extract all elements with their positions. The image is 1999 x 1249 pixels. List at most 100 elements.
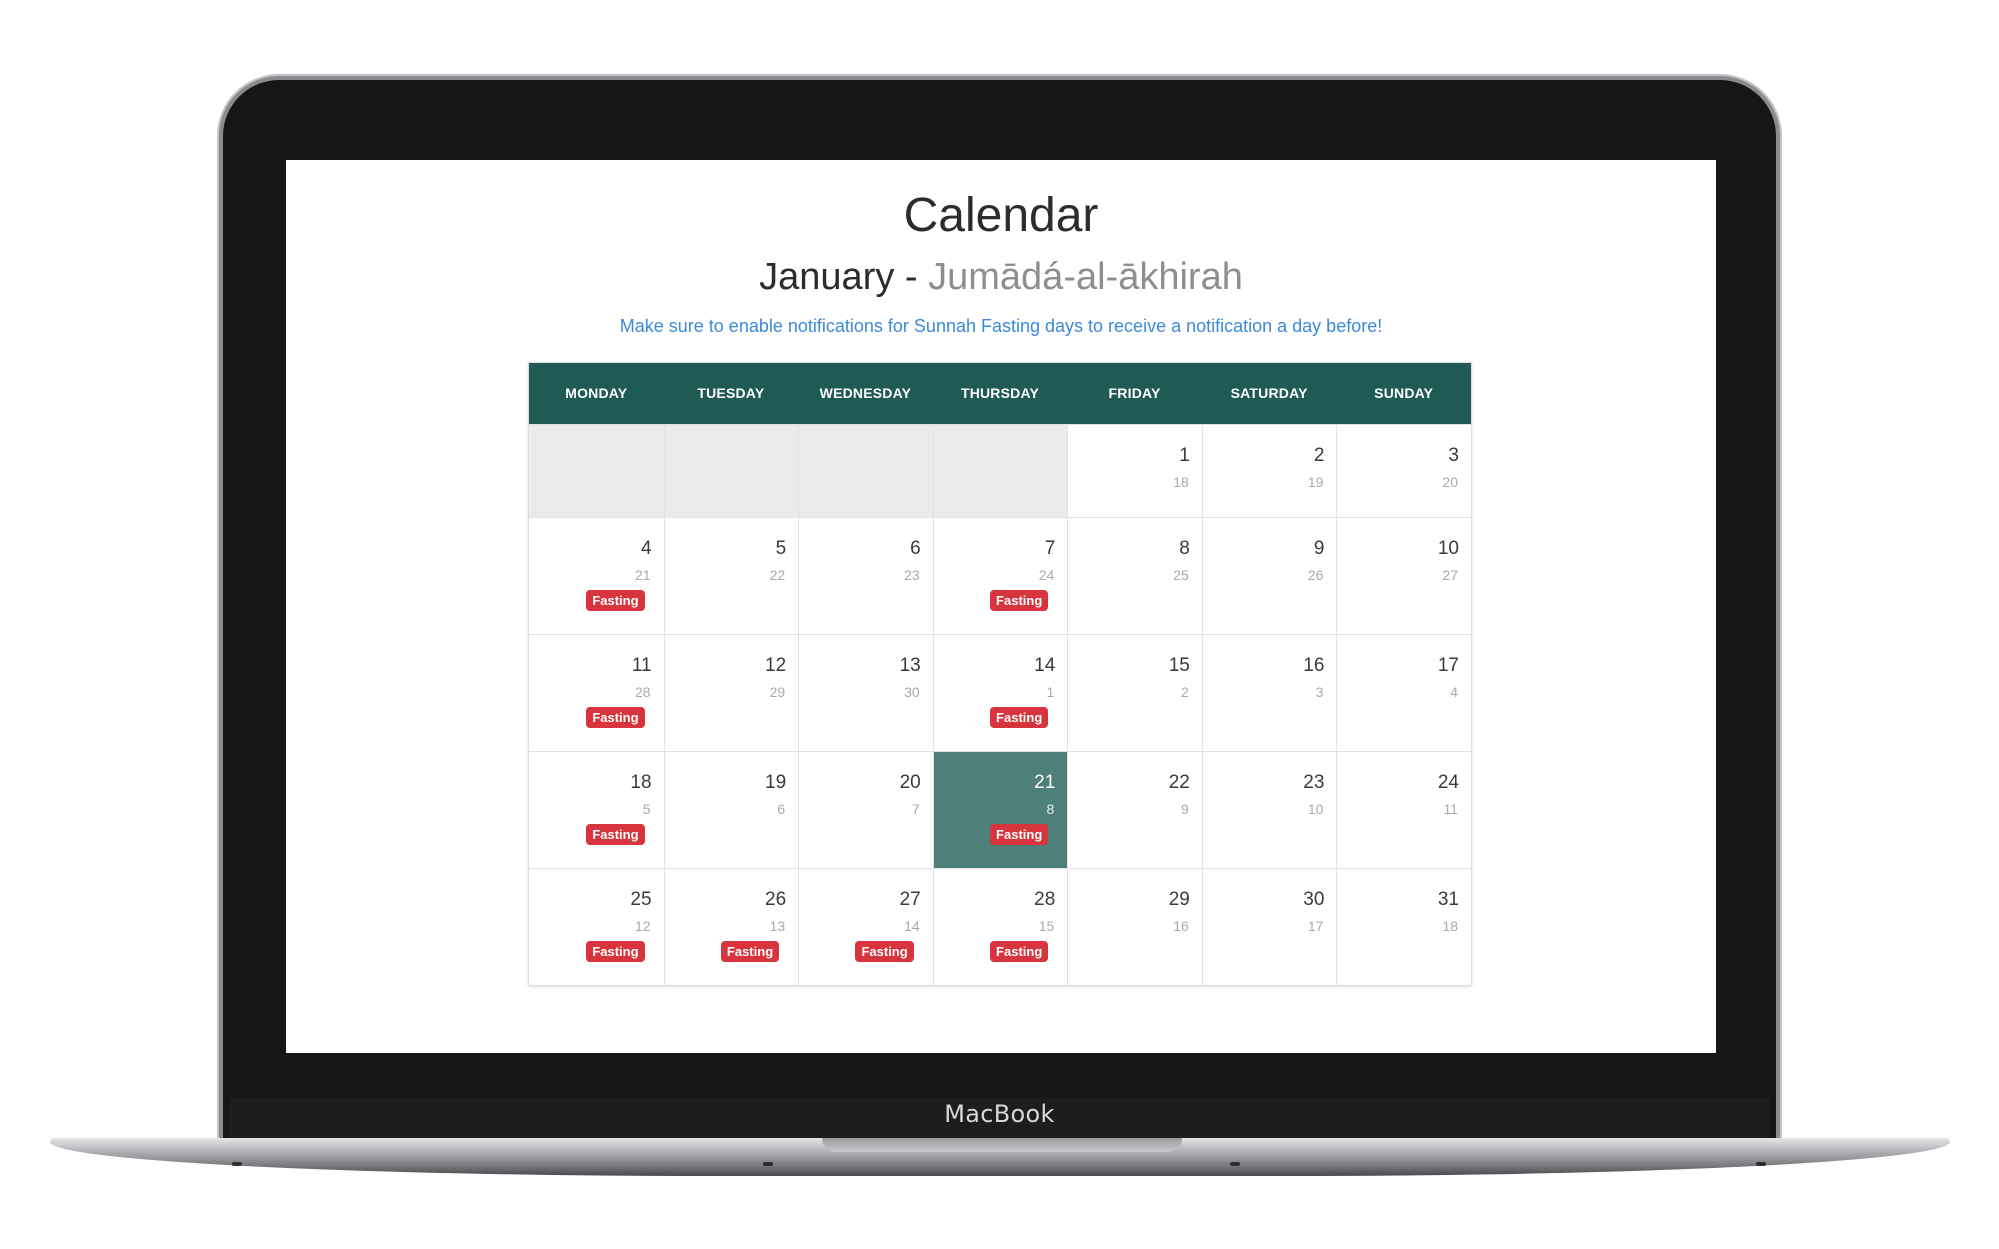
calendar-day[interactable]: 19 6 — [663, 752, 799, 868]
calendar-day[interactable]: 26 13 Fasting — [663, 869, 799, 985]
page-title: Calendar — [903, 189, 1099, 242]
hijri-day-number: 16 — [1173, 918, 1189, 934]
hijri-day-number: 19 — [1307, 474, 1324, 490]
gregorian-day-number: 7 — [1044, 538, 1056, 559]
macbook-label: MacBook — [944, 1100, 1055, 1128]
hijri-day-number: 7 — [911, 801, 920, 817]
hijri-day-number: 3 — [1315, 684, 1324, 700]
calendar-day[interactable]: 24 11 — [1336, 752, 1471, 868]
laptop-foot — [1230, 1162, 1240, 1166]
hijri-day-number: 18 — [1442, 918, 1458, 934]
gregorian-day-number: 10 — [1437, 538, 1459, 559]
calendar-day[interactable]: 23 10 — [1201, 752, 1337, 868]
laptop-hinge-notch — [822, 1138, 1182, 1152]
calendar-day[interactable]: 14 1 Fasting — [932, 635, 1068, 751]
gregorian-day-number: 6 — [910, 538, 921, 559]
calendar-day-today[interactable]: 21 8 Fasting — [932, 752, 1068, 868]
gregorian-day-number: 14 — [1034, 655, 1056, 676]
calendar-day[interactable]: 20 7 — [798, 752, 933, 868]
calendar-day[interactable]: 5 22 — [663, 518, 799, 634]
calendar-day[interactable]: 7 24 Fasting — [932, 518, 1068, 634]
gregorian-day-number: 12 — [765, 655, 787, 676]
calendar-day[interactable]: 8 25 — [1067, 518, 1202, 634]
calendar-day[interactable]: 16 3 — [1201, 635, 1337, 751]
gregorian-day-number: 25 — [630, 889, 652, 910]
hijri-day-number: 9 — [1181, 801, 1189, 817]
hijri-day-number: 29 — [769, 684, 786, 700]
calendar-day[interactable]: 31 18 — [1336, 869, 1471, 985]
hijri-day-number: 14 — [904, 918, 920, 934]
weekday-thursday: THURSDAY — [960, 385, 1040, 401]
calendar-day[interactable]: 28 15 Fasting — [932, 869, 1068, 985]
calendar-day[interactable]: 27 14 Fasting — [798, 869, 933, 985]
gregorian-day-number: 27 — [899, 889, 921, 910]
hijri-day-number: 6 — [777, 801, 786, 817]
gregorian-day-number: 3 — [1448, 445, 1459, 466]
calendar-week-row: 4 21 Fasting 5 22 6 23 7 24 Fasting 8 25 9 26 10 27 — [529, 517, 1471, 634]
empty-day-cell — [932, 425, 1068, 517]
hijri-day-number: 5 — [642, 801, 651, 817]
hijri-day-number: 15 — [1038, 918, 1055, 934]
calendar-day[interactable]: 30 17 — [1201, 869, 1337, 985]
calendar-day[interactable]: 6 23 — [798, 518, 933, 634]
fasting-badge: Fasting — [990, 941, 1049, 962]
fasting-badge: Fasting — [586, 824, 645, 845]
empty-day-cell — [529, 425, 664, 517]
gregorian-day-number: 17 — [1437, 655, 1459, 676]
hijri-day-number: 22 — [769, 567, 786, 583]
hijri-day-number: 11 — [1443, 801, 1458, 817]
calendar-day[interactable]: 29 16 — [1067, 869, 1202, 985]
gregorian-day-number: 28 — [1034, 889, 1056, 910]
calendar-day[interactable]: 4 21 Fasting — [529, 518, 664, 634]
hijri-day-number: 20 — [1442, 474, 1458, 490]
laptop-foot — [232, 1162, 242, 1166]
calendar-day[interactable]: 13 30 — [798, 635, 933, 751]
gregorian-day-number: 26 — [765, 889, 787, 910]
fasting-badge: Fasting — [990, 824, 1049, 845]
gregorian-day-number: 8 — [1179, 538, 1190, 559]
calendar-day[interactable]: 1 18 — [1067, 425, 1202, 517]
calendar-day[interactable]: 22 9 — [1067, 752, 1202, 868]
empty-day-cell — [663, 425, 799, 517]
calendar-day[interactable]: 2 19 — [1201, 425, 1337, 517]
fasting-badge: Fasting — [586, 941, 645, 962]
gregorian-day-number: 20 — [899, 772, 921, 793]
calendar-day[interactable]: 9 26 — [1201, 518, 1337, 634]
calendar-day[interactable]: 25 12 Fasting — [529, 869, 664, 985]
calendar-grid: MONDAY TUESDAY WEDNESDAY THURSDAY FRIDAY SATU… — [528, 362, 1472, 986]
calendar-day[interactable]: 3 20 — [1336, 425, 1471, 517]
calendar-day[interactable]: 18 5 Fasting — [529, 752, 664, 868]
calendar-day[interactable]: 15 2 — [1067, 635, 1202, 751]
calendar-day[interactable]: 12 29 — [663, 635, 799, 751]
calendar-week-row: 25 12 Fasting 26 13 Fasting 27 14 Fasting 28 15 Fas… — [529, 868, 1471, 985]
calendar-day[interactable]: 11 28 Fasting — [529, 635, 664, 751]
hijri-day-number: 24 — [1038, 567, 1055, 583]
calendar-week-row: 11 28 Fasting 12 29 13 30 14 1 Fasting 15 2 16 3 17 4 — [529, 634, 1471, 751]
laptop-mockup: Calendar January - Jumādá-al-ākhirah Mak… — [0, 0, 1999, 1249]
gregorian-day-number: 21 — [1034, 772, 1056, 793]
hijri-day-number: 1 — [1046, 684, 1055, 700]
weekday-friday: FRIDAY — [1108, 385, 1161, 401]
hijri-day-number: 26 — [1307, 567, 1324, 583]
weekday-saturday: SATURDAY — [1230, 385, 1308, 401]
calendar-week-row: 1 18 2 19 3 20 — [529, 424, 1471, 517]
laptop-foot — [763, 1162, 773, 1166]
fasting-badge: Fasting — [855, 941, 914, 962]
gregorian-day-number: 15 — [1168, 655, 1190, 676]
hijri-day-number: 30 — [904, 684, 920, 700]
gregorian-day-number: 13 — [899, 655, 921, 676]
hijri-day-number: 4 — [1450, 684, 1458, 700]
laptop-screen: Calendar January - Jumādá-al-ākhirah Mak… — [286, 160, 1716, 1053]
calendar-day[interactable]: 10 27 — [1336, 518, 1471, 634]
hijri-day-number: 12 — [634, 918, 651, 934]
hijri-day-number: 13 — [769, 918, 786, 934]
gregorian-day-number: 16 — [1303, 655, 1325, 676]
gregorian-day-number: 29 — [1168, 889, 1190, 910]
gregorian-day-number: 23 — [1303, 772, 1325, 793]
laptop-foot — [1756, 1162, 1766, 1166]
hijri-day-number: 23 — [904, 567, 920, 583]
gregorian-day-number: 4 — [640, 538, 652, 559]
gregorian-day-number: 18 — [630, 772, 652, 793]
hijri-day-number: 17 — [1307, 918, 1324, 934]
calendar-day[interactable]: 17 4 — [1336, 635, 1471, 751]
